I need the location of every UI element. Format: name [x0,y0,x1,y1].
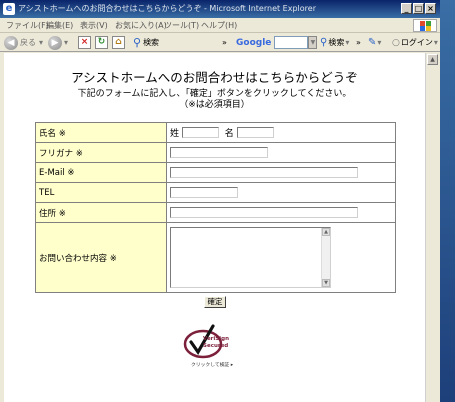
instruction-line: 下記のフォームに記入し、「確定」ボタンをクリックしてください。 [77,89,352,99]
desktop-background [440,0,455,402]
verisign-name: VeriSign [203,336,229,342]
stop-button[interactable]: × [78,35,91,50]
instruction-text: 下記のフォームに記入し、「確定」ボタンをクリックしてください。 （※は必須項目） [4,89,425,111]
page-content: アシストホームへのお問合わせはこちらからどうぞ 下記のフォームに記入し、「確定」… [4,53,425,402]
furigana-input[interactable] [170,147,268,158]
forward-button[interactable]: ▶ ▾ [48,35,68,50]
form-row-email: E-Mail ※ [35,162,396,183]
back-label: 戻る [20,38,36,47]
menu-bar: ファイル(F) 編集(E) 表示(V) お気に入り(A) ツール(T) ヘルプ(… [0,18,440,33]
search-button[interactable]: ⚲ 検索 [133,35,159,50]
name-field-cell: 姓 名 [166,122,396,143]
inquiry-textarea[interactable]: ▲ ▼ [170,227,331,288]
menu-favorites[interactable]: お気に入り(A) [115,20,167,31]
form-row-address: 住所 ※ [35,202,396,223]
chevron-down-icon: ▾ [39,38,44,47]
back-arrow-icon: ◀ [4,35,18,50]
address-label: 住所 ※ [35,202,167,223]
window-controls: _ □ × [401,3,436,14]
required-note: （※は必須項目） [179,100,250,110]
tel-input[interactable] [170,187,238,198]
browser-window: e アシストホームへのお問合わせはこちらからどうぞ - Microsoft In… [0,0,440,402]
toolbar-overflow-icon[interactable]: » [222,35,227,50]
search-icon: ⚲ [133,36,142,49]
menu-tools[interactable]: ツール(T) [164,20,199,31]
scroll-down-icon[interactable]: ▼ [322,279,330,287]
tools-icon: ✎ [368,37,377,48]
inquiry-field-cell: ▲ ▼ [166,222,396,293]
refresh-icon: ↻ [95,36,108,49]
chevron-down-icon: ▾ [345,38,350,47]
form-row-name: 氏名 ※ 姓 名 [35,122,396,143]
maximize-button[interactable]: □ [413,3,424,14]
title-bar: e アシストホームへのお問合わせはこちらからどうぞ - Microsoft In… [0,0,440,18]
chevron-down-icon: ▾ [64,38,69,47]
textarea-scrollbar[interactable]: ▲ ▼ [321,228,330,287]
minimize-button[interactable]: _ [401,3,412,14]
google-search-button[interactable]: ⚲ 検索 ▾ [320,35,349,50]
forward-arrow-icon: ▶ [48,35,62,50]
menu-view[interactable]: 表示(V) [80,20,108,31]
verify-caption: クリックして検証 ▸ [191,363,234,368]
scroll-up-icon[interactable]: ▲ [427,54,438,65]
toolbar: ◀ 戻る ▾ ▶ ▾ × ↻ ⌂ ⚲ 検索 » Google ▼ ⚲ 検索 ▾ … [0,33,440,52]
submit-button[interactable]: 確定 [204,296,226,308]
close-button[interactable]: × [425,3,436,14]
email-field-cell [166,162,396,183]
tools-button[interactable]: ✎ ▾ [368,35,381,50]
tel-field-cell [166,182,396,203]
google-search-icon: ⚲ [320,37,328,48]
login-icon: ○ [392,37,400,48]
menu-edit[interactable]: 編集(E) [46,20,73,31]
form-row-inquiry: お問い合わせ内容 ※ ▲ ▼ [35,222,396,293]
furigana-label: フリガナ ※ [35,142,167,163]
ie-icon: e [3,3,15,15]
search-label: 検索 [143,38,160,47]
home-button[interactable]: ⌂ [112,35,125,50]
sei-label: 姓 [170,129,180,139]
email-label: E-Mail ※ [35,162,167,183]
login-button[interactable]: ○ ログイン ▾ [392,35,438,50]
toolbar-overflow-icon[interactable]: » [356,35,361,50]
scroll-up-icon[interactable]: ▲ [322,228,330,236]
verisign-text: VeriSign Secured [203,336,229,350]
page-title: アシストホームへのお問合わせはこちらからどうぞ [71,70,358,85]
form-row-tel: TEL [35,182,396,203]
email-input[interactable] [170,167,358,178]
verisign-secured: Secured [203,343,229,349]
login-label: ログイン [400,38,433,47]
google-search-input[interactable] [274,36,309,49]
window-title: アシストホームへのお問合わせはこちらからどうぞ - Microsoft Inte… [18,4,316,13]
home-icon: ⌂ [112,36,125,49]
refresh-button[interactable]: ↻ [95,35,108,50]
last-name-input[interactable] [181,127,219,138]
chevron-down-icon: ▾ [377,38,382,47]
first-name-input[interactable] [236,127,274,138]
form-row-furigana: フリガナ ※ [35,142,396,163]
google-dropdown-button[interactable]: ▼ [308,36,318,49]
stop-icon: × [78,36,91,49]
furigana-field-cell [166,142,396,163]
menu-file[interactable]: ファイル(F) [6,20,49,31]
mei-label: 名 [224,129,234,139]
google-search-label: 検索 [328,38,345,47]
page-scrollbar[interactable]: ▲ [425,53,438,402]
contact-form-table: 氏名 ※ 姓 名 フリガナ ※ E-Mail ※ TEL 住所 ※ お問い合わせ… [35,122,396,293]
google-logo: Google [236,37,272,48]
verisign-seal[interactable]: VeriSign Secured クリックして検証 ▸ [179,324,249,368]
name-label: 氏名 ※ [35,122,167,143]
address-input[interactable] [170,207,358,218]
back-button[interactable]: ◀ 戻る ▾ [4,35,43,50]
tel-label: TEL [35,182,167,203]
menu-help[interactable]: ヘルプ(H) [201,20,237,31]
google-toolbar: Google ▼ [236,35,318,50]
inquiry-label: お問い合わせ内容 ※ [35,222,167,293]
windows-logo-icon [413,19,437,32]
chevron-down-icon: ▾ [433,38,438,47]
address-field-cell [166,202,396,223]
